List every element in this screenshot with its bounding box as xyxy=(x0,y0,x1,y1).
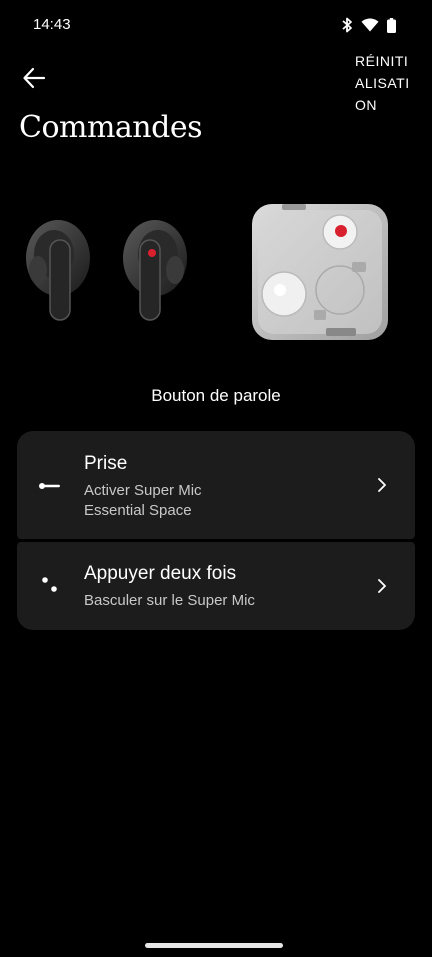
option-hold[interactable]: Prise Activer Super Mic Essential Space xyxy=(17,431,415,539)
option-title: Appuyer deux fois xyxy=(84,563,237,584)
status-icons xyxy=(341,17,396,33)
status-time: 14:43 xyxy=(33,16,71,33)
product-image xyxy=(0,190,432,350)
section-label: Bouton de parole xyxy=(151,386,281,405)
page-title: Commandes xyxy=(19,110,202,145)
option-double-tap[interactable]: Appuyer deux fois Basculer sur le Super … xyxy=(17,542,415,630)
status-bar: 14:43 xyxy=(0,0,432,50)
wifi-icon xyxy=(361,18,379,32)
reset-button[interactable]: RÉINITIALISATION xyxy=(355,50,417,116)
chevron-right-icon xyxy=(375,577,389,595)
bluetooth-icon xyxy=(341,17,353,33)
option-detail: Activer Super Mic xyxy=(84,482,202,499)
back-button[interactable] xyxy=(16,62,52,98)
option-title: Prise xyxy=(84,453,128,474)
option-detail: Essential Space xyxy=(84,502,192,519)
battery-icon xyxy=(387,17,396,33)
option-detail: Basculer sur le Super Mic xyxy=(84,592,255,609)
home-indicator[interactable] xyxy=(145,943,283,948)
double-tap-icon xyxy=(37,573,63,599)
arrow-left-icon xyxy=(22,66,46,95)
earbud-left xyxy=(26,220,90,321)
earbud-right xyxy=(123,220,187,321)
hold-gesture-icon xyxy=(37,473,63,499)
chevron-right-icon xyxy=(375,476,389,494)
charging-case xyxy=(252,204,388,340)
